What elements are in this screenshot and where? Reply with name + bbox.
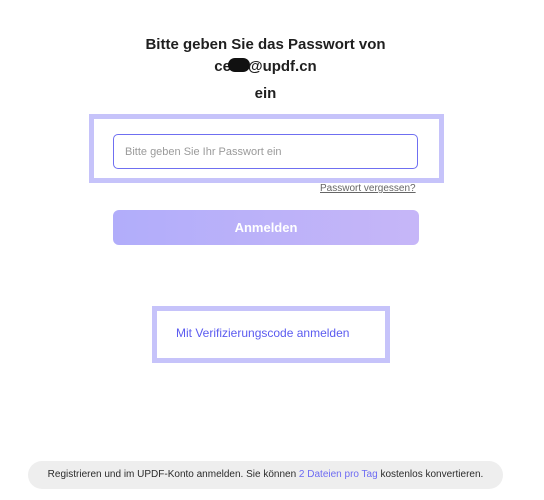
forgot-password-link[interactable]: Passwort vergessen? xyxy=(320,183,416,194)
free-conversions-link[interactable]: 2 Dateien pro Tag xyxy=(299,469,378,480)
verification-code-login-link[interactable]: Mit Verifizierungscode anmelden xyxy=(176,326,349,340)
redaction-mark xyxy=(227,58,250,72)
password-input[interactable] xyxy=(113,134,418,169)
login-button[interactable]: Anmelden xyxy=(113,210,419,245)
login-page: Bitte geben Sie das Passwort von ce @updf… xyxy=(0,0,544,500)
footer-info-bar: Registrieren und im UPDF-Konto anmelden.… xyxy=(28,461,503,489)
email-suffix: @updf.cn xyxy=(247,58,317,75)
footer-text-end: kostenlos konvertieren. xyxy=(377,469,484,480)
account-email: ce @updf.cn xyxy=(0,58,531,75)
footer-text-start: Registrieren und im UPDF-Konto anmelden.… xyxy=(47,469,299,480)
page-title: Bitte geben Sie das Passwort von xyxy=(145,36,386,53)
page-title-end: ein xyxy=(254,85,277,102)
